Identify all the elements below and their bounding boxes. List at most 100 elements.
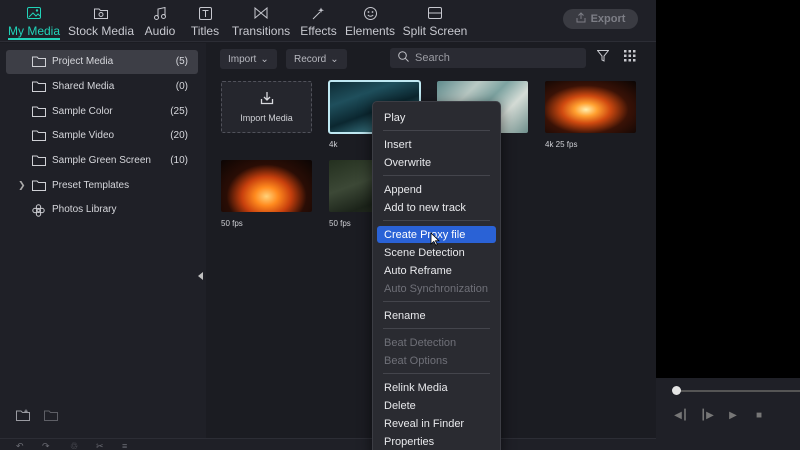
play-icon[interactable]: ▶: [726, 408, 740, 422]
menu-item-overwrite[interactable]: Overwrite: [377, 154, 496, 171]
menu-item-delete[interactable]: Delete: [377, 397, 496, 414]
menu-separator: [383, 328, 490, 329]
sidebar-item-label: Sample Video: [52, 130, 115, 141]
download-icon: [260, 91, 274, 107]
menu-item-relink-media[interactable]: Relink Media: [377, 379, 496, 396]
adjust-icon[interactable]: ≡: [122, 441, 127, 450]
sidebar-item-count: (25): [170, 106, 188, 117]
media-thumbnail-campfire[interactable]: [221, 160, 312, 212]
sidebar-footer: [16, 409, 58, 424]
pointer-cursor-icon: [430, 232, 440, 246]
redo-icon[interactable]: ↷: [42, 441, 50, 450]
media-caption: 4k: [329, 140, 338, 149]
record-label: Record: [294, 53, 327, 65]
cut-icon[interactable]: ✂: [96, 441, 104, 450]
sidebar-item-count: (20): [170, 130, 188, 141]
menu-item-insert[interactable]: Insert: [377, 136, 496, 153]
stop-icon[interactable]: ■: [752, 408, 766, 422]
sidebar-item-sample-green-screen[interactable]: Sample Green Screen (10): [6, 149, 198, 173]
menu-item-auto-reframe[interactable]: Auto Reframe: [377, 262, 496, 279]
menu-item-play[interactable]: Play: [377, 109, 496, 126]
folder-icon: [32, 130, 46, 144]
sidebar-item-label: Sample Green Screen: [52, 155, 151, 166]
folder-icon: [32, 180, 46, 194]
filter-icon[interactable]: [596, 50, 610, 65]
media-caption: 50 fps: [329, 219, 351, 228]
menu-item-auto-synchronization: Auto Synchronization: [384, 282, 488, 295]
tab-label: Titles: [190, 24, 220, 38]
tab-audio[interactable]: Audio: [144, 0, 176, 42]
step-forward-icon[interactable]: ┃▶: [700, 408, 714, 422]
tab-label: Stock Media: [67, 24, 135, 38]
menu-item-rename[interactable]: Rename: [377, 307, 496, 324]
import-media-tile[interactable]: Import Media: [221, 81, 312, 133]
media-thumbnail-fire[interactable]: [545, 81, 636, 133]
menu-item-properties[interactable]: Properties: [377, 433, 496, 450]
menu-item-reveal-in-finder[interactable]: Reveal in Finder: [377, 415, 496, 432]
grid-view-icon[interactable]: [624, 50, 636, 65]
preview-panel: ◀┃ ┃▶ ▶ ■: [656, 0, 800, 450]
sidebar-item-project-media[interactable]: Project Media (5): [6, 50, 198, 74]
menu-separator: [383, 220, 490, 221]
tab-titles[interactable]: Titles: [189, 0, 221, 42]
chevron-down-icon: ⌄: [260, 53, 269, 65]
menu-item-scene-detection[interactable]: Scene Detection: [377, 244, 496, 261]
export-button[interactable]: Export: [563, 9, 638, 29]
sidebar-item-sample-color[interactable]: Sample Color (25): [6, 100, 198, 124]
search-placeholder: Search: [415, 52, 450, 64]
tab-transitions[interactable]: Transitions: [232, 0, 290, 42]
tab-label: Audio: [144, 24, 176, 38]
sparkle-icon: [311, 5, 327, 21]
trash-icon[interactable]: ♲: [70, 441, 78, 450]
image-icon: [26, 5, 42, 21]
sidebar-item-label: Shared Media: [52, 81, 115, 92]
scrubber-handle[interactable]: [672, 386, 681, 395]
tab-label: Transitions: [231, 24, 291, 38]
music-note-icon: [152, 5, 168, 21]
tab-label: Split Screen: [402, 24, 468, 38]
sidebar-item-count: (0): [175, 81, 188, 92]
menu-item-beat-options: Beat Options: [384, 354, 448, 367]
import-dropdown[interactable]: Import ⌄: [220, 49, 277, 69]
search-input[interactable]: Search: [390, 48, 586, 68]
menu-separator: [383, 373, 490, 374]
media-caption: 4k 25 fps: [545, 140, 578, 149]
menu-item-append[interactable]: Append: [377, 181, 496, 198]
folder-icon: [32, 56, 46, 70]
tab-effects[interactable]: Effects: [300, 0, 337, 42]
timeline-toolbar: ↶ ↷ ♲ ✂ ≡: [0, 438, 656, 450]
menu-item-add-to-new-track[interactable]: Add to new track: [377, 199, 496, 216]
sidebar-item-photos-library[interactable]: Photos Library: [6, 198, 198, 222]
undo-icon[interactable]: ↶: [16, 441, 24, 450]
record-dropdown[interactable]: Record ⌄: [286, 49, 347, 69]
tab-stock-media[interactable]: Stock Media: [67, 0, 135, 42]
sidebar-item-label: Photos Library: [52, 204, 117, 215]
menu-separator: [383, 301, 490, 302]
media-caption: 50 fps: [221, 219, 243, 228]
menu-item-beat-detection: Beat Detection: [384, 336, 457, 349]
collapse-sidebar-arrow-icon[interactable]: [198, 272, 203, 280]
sidebar-item-preset-templates[interactable]: ❯ Preset Templates: [6, 174, 198, 198]
tab-my-media[interactable]: My Media: [8, 0, 60, 42]
chevron-down-icon: ⌄: [330, 53, 339, 65]
export-label: Export: [590, 13, 626, 25]
folder-icon[interactable]: [44, 409, 58, 424]
tab-label: Elements: [344, 24, 396, 38]
step-back-icon[interactable]: ◀┃: [674, 408, 688, 422]
sidebar-item-label: Sample Color: [52, 106, 113, 117]
tab-split-screen[interactable]: Split Screen: [402, 0, 468, 42]
chevron-right-icon[interactable]: ❯: [18, 180, 26, 191]
media-sidebar: Project Media (5) Shared Media (0) Sampl…: [0, 43, 206, 438]
menu-separator: [383, 130, 490, 131]
tab-elements[interactable]: Elements: [344, 0, 396, 42]
tab-label: Effects: [300, 24, 337, 38]
timeline-scrubber[interactable]: [676, 390, 800, 392]
export-icon: [576, 12, 586, 26]
sidebar-item-count: (10): [170, 155, 188, 166]
sidebar-item-shared-media[interactable]: Shared Media (0): [6, 75, 198, 99]
new-folder-icon[interactable]: [16, 409, 30, 424]
sidebar-item-sample-video[interactable]: Sample Video (20): [6, 124, 198, 148]
bowtie-icon: [253, 5, 269, 21]
menu-separator: [383, 175, 490, 176]
sidebar-item-label: Project Media: [52, 56, 114, 67]
